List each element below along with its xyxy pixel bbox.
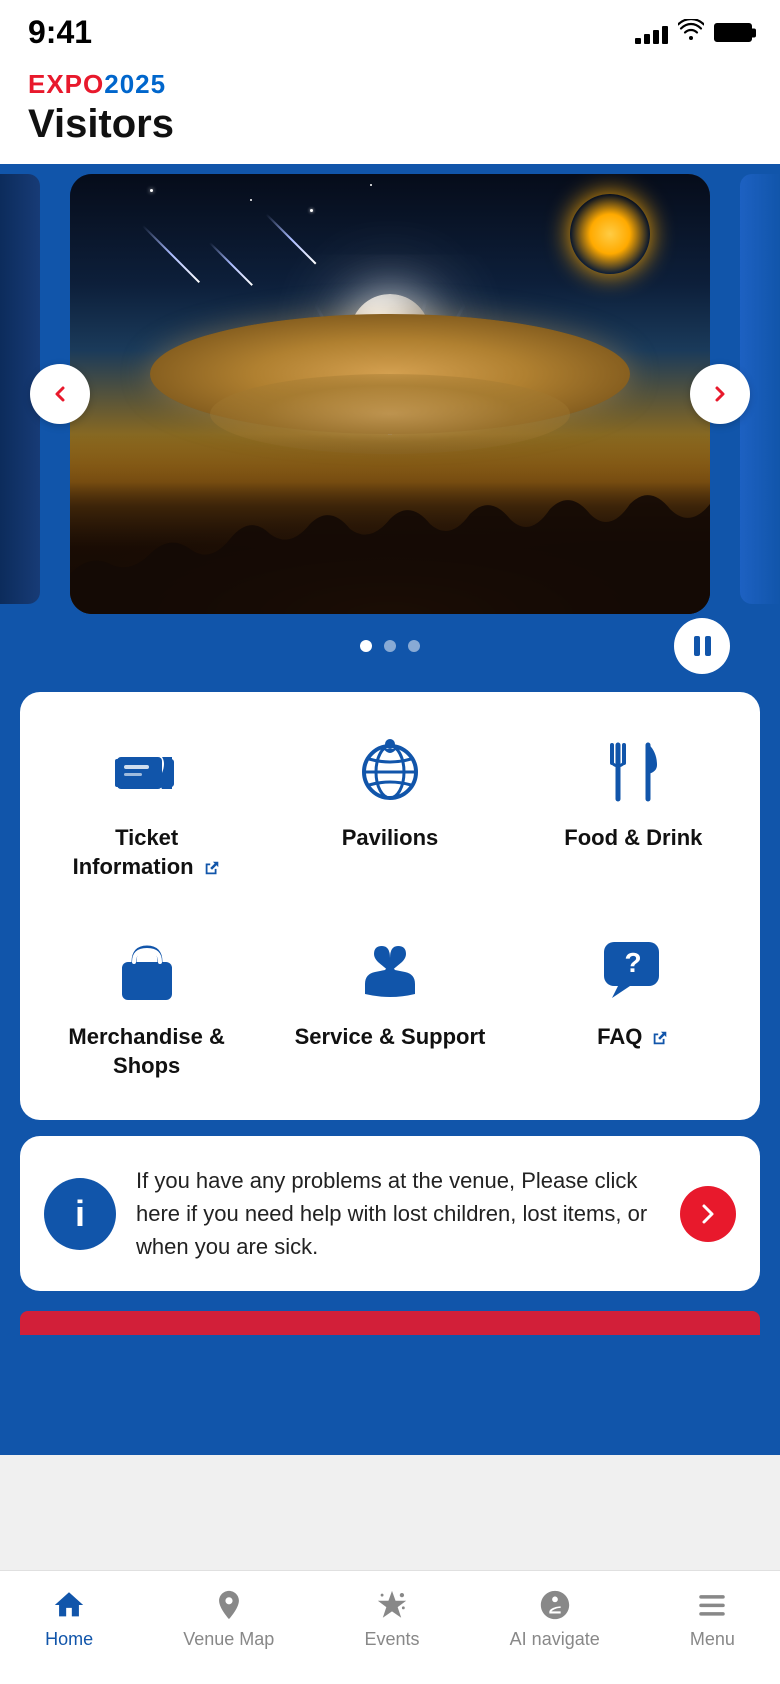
faq-icon: ? (598, 936, 668, 1006)
merchandise-label: Merchandise &Shops (68, 1023, 225, 1080)
services-card: TicketInformation (20, 692, 760, 1120)
star3 (370, 184, 372, 186)
star1 (150, 189, 153, 192)
bottom-nav: Home Venue Map Events A (0, 1570, 780, 1684)
ticket-info-label: TicketInformation (73, 824, 221, 881)
merchandise-icon-wrap (107, 931, 187, 1011)
nav-item-home[interactable]: Home (29, 1583, 109, 1654)
info-arrow-button[interactable] (680, 1186, 736, 1242)
battery-icon (714, 23, 752, 42)
shopping-bag-icon (112, 936, 182, 1006)
food-drink-icon-wrap (593, 732, 673, 812)
crowd-svg (70, 434, 710, 614)
service-item-faq[interactable]: ? FAQ (517, 921, 750, 1090)
chevron-left-icon (48, 382, 72, 406)
carousel-next-button[interactable] (690, 364, 750, 424)
carousel-section (0, 164, 780, 672)
dot-1[interactable] (360, 640, 372, 652)
ticket-icon-wrap (107, 732, 187, 812)
status-time: 9:41 (28, 14, 92, 51)
info-text: If you have any problems at the venue, P… (136, 1164, 660, 1263)
wifi-icon (678, 19, 704, 47)
events-nav-icon-wrap (374, 1587, 410, 1623)
pavilions-icon-wrap (350, 732, 430, 812)
menu-nav-icon-wrap (694, 1587, 730, 1623)
nav-item-menu[interactable]: Menu (674, 1583, 751, 1654)
pause-bar-1 (694, 636, 700, 656)
status-icons (635, 19, 752, 47)
home-nav-icon-wrap (51, 1587, 87, 1623)
service-item-food-drink[interactable]: Food & Drink (517, 722, 750, 891)
menu-nav-label: Menu (690, 1629, 735, 1650)
pause-button[interactable] (674, 618, 730, 674)
service-support-label: Service & Support (295, 1023, 486, 1052)
carousel-dots (360, 640, 420, 652)
dot-2[interactable] (384, 640, 396, 652)
services-grid: TicketInformation (30, 722, 750, 1090)
food-drink-label: Food & Drink (564, 824, 702, 853)
faq-label: FAQ (597, 1023, 669, 1052)
service-support-icon (355, 936, 425, 1006)
nav-item-events[interactable]: Events (348, 1583, 435, 1654)
service-support-icon-wrap (350, 931, 430, 1011)
venue-map-nav-label: Venue Map (183, 1629, 274, 1650)
pause-bar-2 (705, 636, 711, 656)
status-bar: 9:41 (0, 0, 780, 59)
home-nav-label: Home (45, 1629, 93, 1650)
external-link-icon-faq (651, 1029, 669, 1047)
venue-map-nav-icon-wrap (211, 1587, 247, 1623)
dot-3[interactable] (408, 640, 420, 652)
events-nav-label: Events (364, 1629, 419, 1650)
pause-icon (694, 636, 711, 656)
carousel-controls (0, 640, 780, 652)
carousel-wrapper (0, 164, 780, 624)
bottom-red-strip (20, 1311, 760, 1335)
chevron-right-icon (708, 382, 732, 406)
star2 (250, 199, 252, 201)
header: EXPO 2025 Visitors (0, 59, 780, 164)
info-icon-circle: i (44, 1178, 116, 1250)
info-icon-text: i (75, 1193, 85, 1235)
info-card[interactable]: i If you have any problems at the venue,… (20, 1136, 760, 1291)
venue-map-icon (212, 1588, 246, 1622)
expo-logo: EXPO 2025 (28, 69, 752, 100)
home-icon (52, 1588, 86, 1622)
expo-visual (70, 174, 710, 614)
star4 (310, 209, 313, 212)
year-text: 2025 (104, 69, 166, 100)
external-link-icon-ticket (203, 859, 221, 877)
events-icon (375, 1588, 409, 1622)
ai-navigate-icon (538, 1588, 572, 1622)
service-item-service-support[interactable]: Service & Support (273, 921, 506, 1090)
arrow-right-icon (696, 1202, 720, 1226)
firework2 (570, 194, 650, 274)
main-content: TicketInformation (0, 164, 780, 1455)
nav-item-ai-navigate[interactable]: AI navigate (494, 1583, 616, 1654)
food-drink-icon (598, 737, 668, 807)
nav-item-venue-map[interactable]: Venue Map (167, 1583, 290, 1654)
service-item-pavilions[interactable]: Pavilions (273, 722, 506, 891)
service-item-merchandise[interactable]: Merchandise &Shops (30, 921, 263, 1090)
pavilions-label: Pavilions (342, 824, 439, 853)
carousel-image (70, 174, 710, 614)
svg-text:?: ? (625, 947, 642, 978)
ticket-icon (112, 737, 182, 807)
expo-text: EXPO (28, 69, 104, 100)
faq-icon-wrap: ? (593, 931, 673, 1011)
carousel-prev-button[interactable] (30, 364, 90, 424)
ai-navigate-nav-icon-wrap (537, 1587, 573, 1623)
ai-navigate-nav-label: AI navigate (510, 1629, 600, 1650)
service-item-ticket-info[interactable]: TicketInformation (30, 722, 263, 891)
menu-icon (695, 1588, 729, 1622)
globe-icon (355, 737, 425, 807)
visitors-title: Visitors (28, 102, 752, 146)
signal-icon (635, 22, 668, 44)
